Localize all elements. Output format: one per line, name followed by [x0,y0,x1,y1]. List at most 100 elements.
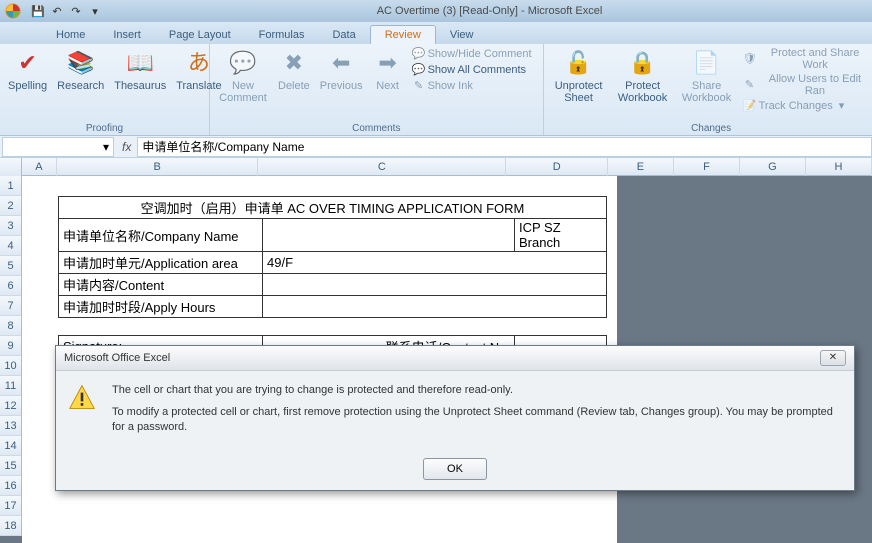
row-header-12[interactable]: 12 [0,396,22,416]
tab-review[interactable]: Review [370,25,436,44]
row-header-17[interactable]: 17 [0,496,22,516]
share-workbook-button[interactable]: 📄Share Workbook [676,46,738,106]
unprotect-sheet-icon: 🔓 [564,48,594,78]
row-header-18[interactable]: 18 [0,516,22,536]
thesaurus-icon: 📖 [125,48,155,78]
allow-edit-icon: ✎ [743,78,757,92]
warning-icon [68,383,96,411]
protect-workbook-icon: 🔒 [628,48,658,78]
dropdown-icon: ▾ [839,100,845,112]
group-comments: 💬New Comment ✖Delete ⬅Previous ➡Next 💬Sh… [210,44,544,135]
name-box-dropdown-icon[interactable]: ▾ [103,140,109,154]
cell-area-value[interactable]: 49/F [263,252,607,274]
dialog-titlebar: Microsoft Office Excel ✕ [56,346,854,371]
tab-data[interactable]: Data [318,26,369,44]
row-headers: 123456789101112131415161718 [0,176,22,536]
row-header-2[interactable]: 2 [0,196,22,216]
cell-branch[interactable]: ICP SZ Branch [515,219,607,252]
undo-icon[interactable]: ↶ [49,3,65,19]
protect-workbook-button[interactable]: 🔒Protect Workbook [612,46,674,106]
dialog-text: The cell or chart that you are trying to… [112,383,842,442]
dialog-title: Microsoft Office Excel [64,352,170,364]
form-title: 空调加时（启用）申请单 AC OVER TIMING APPLICATION F… [59,197,607,219]
cell-content-label[interactable]: 申请内容/Content [59,274,263,296]
dialog-close-button[interactable]: ✕ [820,350,846,366]
row-header-9[interactable]: 9 [0,336,22,356]
row-header-6[interactable]: 6 [0,276,22,296]
cell-company-value[interactable] [263,219,515,252]
col-header-E[interactable]: E [608,158,674,176]
spelling-button[interactable]: ✔Spelling [4,46,51,94]
row-header-11[interactable]: 11 [0,376,22,396]
row-header-13[interactable]: 13 [0,416,22,436]
group-label-proofing: Proofing [4,122,205,135]
next-comment-button[interactable]: ➡Next [369,46,407,94]
research-button[interactable]: 📚Research [53,46,108,94]
cell-area-label[interactable]: 申请加时单元/Application area [59,252,263,274]
row-header-7[interactable]: 7 [0,296,22,316]
research-icon: 📚 [66,48,96,78]
row-header-15[interactable]: 15 [0,456,22,476]
col-header-G[interactable]: G [740,158,806,176]
save-icon[interactable]: 💾 [30,3,46,19]
next-icon: ➡ [373,48,403,78]
cell-hours-value[interactable] [263,296,607,318]
new-comment-button[interactable]: 💬New Comment [214,46,272,106]
delete-icon: ✖ [279,48,309,78]
formula-bar: ▾ fx 申请单位名称/Company Name [0,136,872,158]
name-box[interactable]: ▾ [2,137,114,157]
row-header-8[interactable]: 8 [0,316,22,336]
previous-comment-button[interactable]: ⬅Previous [316,46,367,94]
fx-button[interactable]: fx [116,140,137,154]
row-header-5[interactable]: 5 [0,256,22,276]
show-all-comments-button[interactable]: 💬Show All Comments [409,62,539,78]
protection-dialog: Microsoft Office Excel ✕ The cell or cha… [55,345,855,491]
show-ink-button[interactable]: ✎Show Ink [409,78,539,94]
track-changes-button[interactable]: 📝Track Changes▾ [740,98,872,114]
tab-home[interactable]: Home [42,26,99,44]
select-all-corner[interactable] [0,158,22,176]
col-header-D[interactable]: D [506,158,607,176]
delete-comment-button[interactable]: ✖Delete [274,46,314,94]
redo-icon[interactable]: ↷ [68,3,84,19]
window-title: AC Overtime (3) [Read-Only] - Microsoft … [107,5,872,17]
row-header-3[interactable]: 3 [0,216,22,236]
cell-hours-label[interactable]: 申请加时时段/Apply Hours [59,296,263,318]
office-icon [4,2,22,20]
office-button[interactable] [0,0,26,22]
unprotect-sheet-button[interactable]: 🔓Unprotect Sheet [548,46,610,106]
tab-insert[interactable]: Insert [99,26,155,44]
quick-access-toolbar: 💾 ↶ ↷ ▾ [26,3,107,19]
row-header-1[interactable]: 1 [0,176,22,196]
col-header-C[interactable]: C [258,158,506,176]
row-header-16[interactable]: 16 [0,476,22,496]
row-header-14[interactable]: 14 [0,436,22,456]
dialog-line2: To modify a protected cell or chart, fir… [112,405,842,434]
tab-formulas[interactable]: Formulas [245,26,319,44]
title-bar: 💾 ↶ ↷ ▾ AC Overtime (3) [Read-Only] - Mi… [0,0,872,22]
thesaurus-button[interactable]: 📖Thesaurus [110,46,170,94]
group-changes: 🔓Unprotect Sheet 🔒Protect Workbook 📄Shar… [544,44,872,135]
group-label-comments: Comments [214,122,539,135]
group-proofing: ✔Spelling 📚Research 📖Thesaurus あTranslat… [0,44,210,135]
allow-edit-ranges-button[interactable]: ✎Allow Users to Edit Ran [740,72,872,98]
show-hide-comment-button[interactable]: 💬Show/Hide Comment [409,46,539,62]
col-header-H[interactable]: H [806,158,872,176]
protect-share-button[interactable]: 🛡Protect and Share Work [740,46,872,72]
form-table: 空调加时（启用）申请单 AC OVER TIMING APPLICATION F… [58,196,607,358]
protect-share-icon: 🛡 [743,52,757,66]
col-header-A[interactable]: A [22,158,57,176]
tab-page-layout[interactable]: Page Layout [155,26,245,44]
tab-view[interactable]: View [436,26,488,44]
col-header-F[interactable]: F [674,158,740,176]
dialog-ok-button[interactable]: OK [423,458,487,480]
row-header-4[interactable]: 4 [0,236,22,256]
cell-company-label[interactable]: 申请单位名称/Company Name [59,219,263,252]
cell-content-value[interactable] [263,274,607,296]
comments-icon: 💬 [412,63,426,77]
row-header-10[interactable]: 10 [0,356,22,376]
qat-dropdown-icon[interactable]: ▾ [87,3,103,19]
col-header-B[interactable]: B [57,158,258,176]
share-workbook-icon: 📄 [692,48,722,78]
formula-input[interactable]: 申请单位名称/Company Name [137,137,872,157]
